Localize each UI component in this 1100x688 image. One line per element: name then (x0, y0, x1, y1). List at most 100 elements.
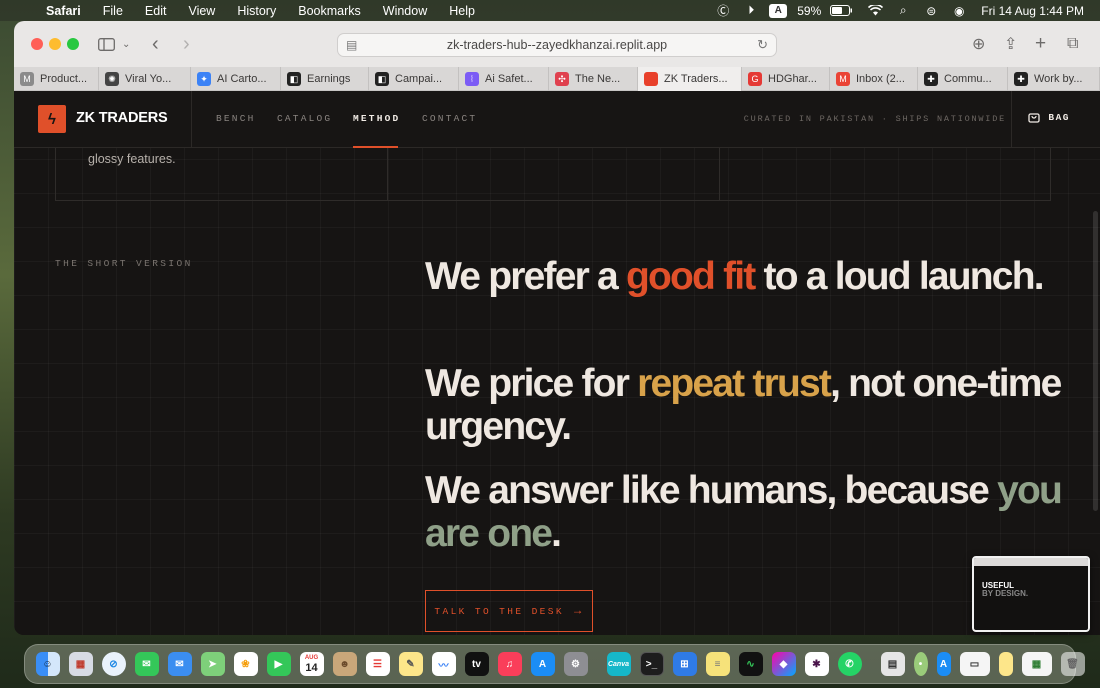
menu-edit[interactable]: Edit (145, 4, 167, 18)
sidebar-toggle-icon[interactable] (96, 34, 116, 54)
bag-label: BAG (1048, 111, 1070, 123)
spotlight-search-icon[interactable]: ⌕ (893, 3, 913, 19)
tab-favicon-icon: ✦ (197, 72, 211, 86)
zoom-window-button[interactable] (67, 38, 79, 50)
section-label: THE SHORT VERSION (55, 258, 193, 269)
menu-history[interactable]: History (237, 4, 276, 18)
messages-icon[interactable]: ✉ (134, 652, 159, 676)
share-icon[interactable]: ⇪ (1004, 34, 1017, 54)
tab-label: Ai Safet... (485, 73, 533, 85)
stickies-icon[interactable]: ≡ (705, 652, 730, 676)
battery-icon[interactable] (829, 3, 853, 19)
bolt-logo-icon[interactable]: ϟ (38, 105, 66, 133)
browser-tab[interactable]: M Product... (14, 67, 99, 91)
browser-tab[interactable]: ZK Traders... (638, 67, 742, 91)
control-center-icon[interactable]: ⊜ (921, 3, 941, 19)
browser-tab[interactable]: G HDGhar... (742, 67, 830, 91)
system-settings-icon[interactable]: ⚙ (563, 652, 588, 676)
canva-icon[interactable]: Canva (606, 652, 631, 676)
trash-icon[interactable]: 🗑 (1060, 652, 1085, 676)
whatsapp-icon[interactable]: ✆ (837, 652, 862, 676)
downloads-icon[interactable]: ⊕ (972, 34, 985, 54)
calendar-month: AUG (304, 654, 319, 661)
forward-icon[interactable]: › (183, 33, 190, 55)
browser-tab[interactable]: ◧ Earnings (281, 67, 369, 91)
notes-icon[interactable]: ✎ (398, 652, 423, 676)
reminders-icon[interactable]: ☰ (365, 652, 390, 676)
safari-icon[interactable]: ⊘ (101, 652, 126, 676)
terminal-icon[interactable]: >_ (639, 652, 664, 676)
menubar-clock[interactable]: Fri 14 Aug 1:44 PM (981, 4, 1084, 18)
apple-tv-icon[interactable]: tv (464, 652, 489, 676)
browser-tab[interactable]: ◧ Campai... (369, 67, 459, 91)
nav-method[interactable]: METHOD (353, 113, 400, 124)
browser-tab[interactable]: ✺ Viral Yo... (99, 67, 191, 91)
clipboard-c-icon[interactable]: Ⓒ (713, 3, 733, 19)
browser-tab[interactable]: ⦚ Ai Safet... (459, 67, 549, 91)
menu-view[interactable]: View (188, 4, 215, 18)
windows-app-icon[interactable]: ⊞ (672, 652, 697, 676)
freeform-icon[interactable]: 〰 (431, 652, 456, 676)
tab-overview-icon[interactable]: ⧉ (1067, 34, 1078, 54)
nav-catalog[interactable]: CATALOG (277, 113, 332, 124)
statement-highlight: good fit (625, 255, 756, 298)
browser-tab[interactable]: ✣ The Ne... (549, 67, 638, 91)
downloads-stack-icon[interactable]: ▤ (880, 652, 905, 676)
new-tab-icon[interactable]: + (1035, 33, 1046, 54)
address-bar[interactable]: ▤ zk-traders-hub--zayedkhanzai.replit.ap… (337, 33, 777, 57)
menu-help[interactable]: Help (449, 4, 475, 18)
browser-toolbar: ⌄ ‹ › ▤ zk-traders-hub--zayedkhanzai.rep… (14, 21, 1100, 67)
facetime-icon[interactable]: ▶ (266, 652, 291, 676)
app-store-icon[interactable]: A (530, 652, 555, 676)
tab-favicon-icon: ⦚ (465, 72, 479, 86)
app-store-stack-icon[interactable]: A (936, 652, 951, 676)
back-icon[interactable]: ‹ (152, 33, 159, 55)
nav-bench[interactable]: BENCH (216, 113, 256, 124)
talk-to-desk-button[interactable]: TALK TO THE DESK → (425, 590, 593, 632)
minimize-window-button[interactable] (49, 38, 61, 50)
chevron-down-icon[interactable]: ⌄ (122, 34, 130, 54)
browser-tab[interactable]: ✦ AI Carto... (191, 67, 281, 91)
browser-tab[interactable]: M Inbox (2... (830, 67, 918, 91)
folder-stack-icon[interactable]: • (913, 652, 928, 676)
page-scrollbar[interactable] (1093, 211, 1098, 511)
statement-line-1: We prefer a good fit to a loud launch. (425, 255, 1065, 298)
contacts-icon[interactable]: ☻ (332, 652, 357, 676)
play-circle-icon[interactable]: ⏵ (741, 3, 761, 19)
menu-file[interactable]: File (103, 4, 123, 18)
mail-icon[interactable]: ✉ (167, 652, 192, 676)
finder-icon[interactable]: ☺ (35, 652, 60, 676)
page-settings-icon[interactable]: ▤ (346, 38, 357, 52)
screenshot-stack-icon[interactable]: ▦ (1021, 652, 1052, 676)
window-preview-icon[interactable]: ▭ (959, 652, 990, 676)
launchpad-icon[interactable]: ▦ (68, 652, 93, 676)
menu-app-safari[interactable]: Safari (46, 4, 81, 18)
browser-tab[interactable]: ✚ Work by... (1008, 67, 1100, 91)
input-source-icon[interactable]: A (769, 3, 788, 18)
browser-tab[interactable]: ✚ Commu... (918, 67, 1008, 91)
bag-button[interactable]: BAG (1028, 111, 1070, 123)
wifi-icon[interactable] (865, 3, 885, 19)
brand-name[interactable]: ZK TRADERS (76, 110, 168, 126)
calendar-icon[interactable]: AUG 14 (299, 652, 324, 676)
tab-label: Earnings (307, 73, 351, 85)
menubar-status-area: Ⓒ ⏵ A 59% ⌕ ⊜ ◉ Fri 14 Aug 1:44 PM (705, 0, 1100, 21)
tab-favicon-icon (644, 72, 658, 86)
tab-label: AI Carto... (217, 73, 267, 85)
siri-icon[interactable]: ◉ (949, 3, 969, 19)
screenshot-preview[interactable]: USEFUL BY DESIGN. (972, 556, 1090, 632)
slack-icon[interactable]: ✱ (804, 652, 829, 676)
music-icon[interactable]: ♫ (497, 652, 522, 676)
nav-contact[interactable]: CONTACT (422, 113, 477, 124)
photos-icon[interactable]: ❀ (233, 652, 258, 676)
color-app-icon[interactable]: ◆ (771, 652, 796, 676)
notes-stack-icon[interactable] (998, 652, 1013, 676)
activity-monitor-icon[interactable]: ∿ (738, 652, 763, 676)
menu-bookmarks[interactable]: Bookmarks (298, 4, 361, 18)
url-text: zk-traders-hub--zayedkhanzai.replit.app (446, 38, 668, 52)
tab-label: The Ne... (575, 73, 621, 85)
maps-icon[interactable]: ➤ (200, 652, 225, 676)
menu-window[interactable]: Window (383, 4, 427, 18)
close-window-button[interactable] (31, 38, 43, 50)
reload-icon[interactable]: ↻ (757, 37, 768, 53)
